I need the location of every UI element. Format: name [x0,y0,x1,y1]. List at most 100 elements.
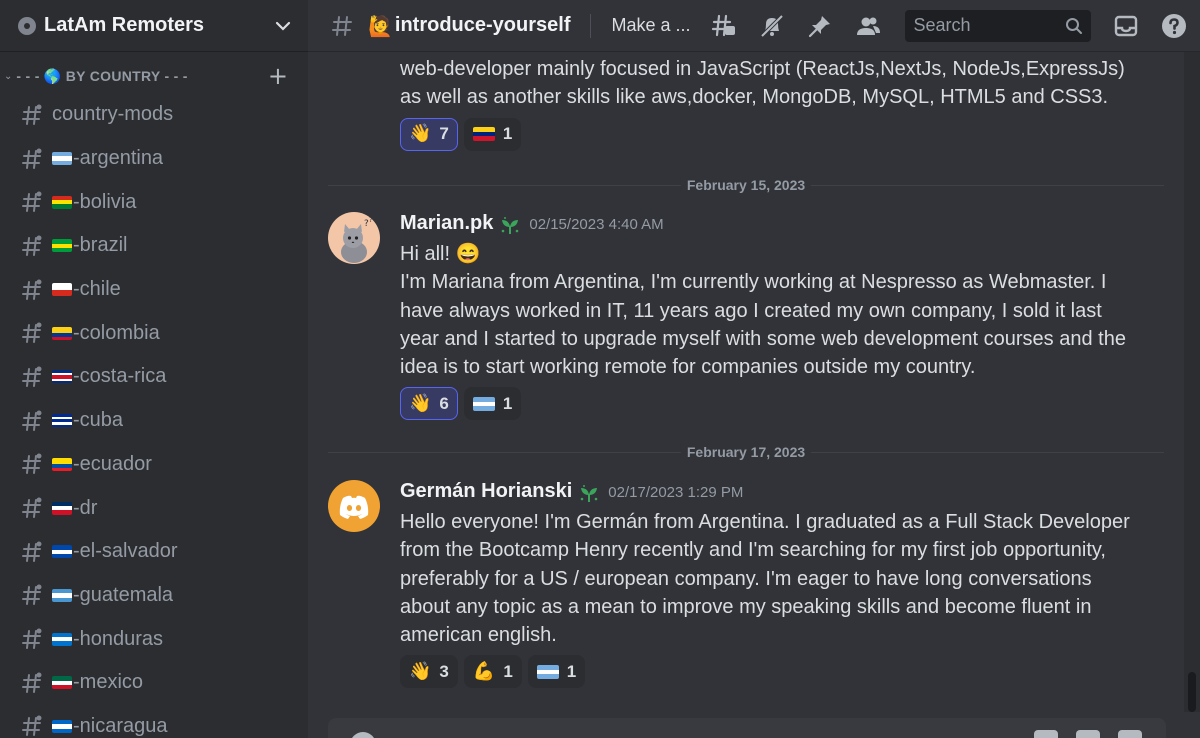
reaction-pill[interactable]: 👋 6 [400,387,458,421]
channel-topic[interactable]: Make a ... [611,15,690,36]
channel-locked-hash-icon [20,671,44,695]
help-icon[interactable] [1161,13,1187,39]
reaction-pill[interactable]: 👋 7 [400,117,458,151]
category-by-country[interactable]: ⌄ - - - 🌎 BY COUNTRY - - - + [0,62,308,90]
flag-icon [52,326,72,340]
message-timestamp[interactable]: 02/15/2023 4:40 AM [529,216,663,233]
inbox-icon[interactable] [1113,13,1139,39]
channel-name: -dr [73,496,98,519]
flag-icon [52,719,72,733]
message-timestamp[interactable]: 02/17/2023 1:29 PM [608,484,743,501]
channel-item[interactable]: -guatemala [0,574,308,618]
message-continuation: web-developer mainly focused in JavaScri… [400,56,1140,151]
message-body: Marian.pk 02/15/2023 4:40 AM Hi all! 😄 I… [400,212,1140,421]
channel-item[interactable]: -chile [0,268,308,312]
channel-item[interactable]: -cuba [0,399,308,443]
sticker-icon[interactable] [1118,730,1142,738]
channel-locked-hash-icon [20,496,44,520]
gift-icon[interactable] [1034,730,1058,738]
channel-item[interactable]: -mexico [0,661,308,705]
channel-item[interactable]: -argentina [0,137,308,181]
collapse-arrow-icon[interactable]: ⌄ [4,71,12,82]
flag-icon [52,283,72,297]
reaction-count: 1 [503,661,513,681]
message-composer[interactable] [328,718,1166,738]
reaction-emoji: 👋 [409,392,432,414]
reaction-count: 1 [566,661,577,681]
channel-locked-hash-icon [20,190,44,214]
channel-name: -argentina [73,147,164,170]
reaction-pill[interactable]: 💪 1 [463,655,522,689]
channel-sidebar: LatAm Remoters ⌄ - - - 🌎 BY COUNTRY - - … [0,0,308,738]
pin-icon[interactable] [807,13,833,39]
message-text: I'm Mariana from Argentina, I'm currentl… [400,271,1126,379]
channel-hash-icon [332,15,352,36]
search-icon [1066,17,1083,34]
gif-icon[interactable] [1076,730,1100,738]
flag-icon [52,676,72,690]
channel-item[interactable]: -el-salvador [0,530,308,574]
reaction-emoji: 👋 [409,660,432,682]
reaction-count: 1 [502,124,513,144]
search-input[interactable]: Search [905,9,1092,42]
reaction-bar: 👋 7 1 [400,117,1140,151]
reaction-pill[interactable]: 1 [527,655,586,689]
svg-text:?: ? [369,216,373,224]
reaction-emoji: 💪 [472,660,496,682]
message-greeting: Hi all! 😄 [400,243,481,265]
channel-locked-hash-icon [20,714,44,738]
avatar[interactable] [328,480,380,532]
channel-item[interactable]: -colombia [0,311,308,355]
channel-item[interactable]: -nicaragua [0,705,308,738]
flag-icon [52,457,72,471]
channel-name: -cuba [73,409,124,432]
reaction-pill[interactable]: 1 [463,387,522,421]
reaction-pill[interactable]: 👋 3 [400,655,458,689]
channel-item[interactable]: -bolivia [0,180,308,224]
add-channel-icon[interactable]: + [268,64,288,88]
channel-name: -ecuador [73,452,152,475]
channel-name: -bolivia [73,190,137,213]
date-divider-label: February 15, 2023 [680,177,812,193]
author-name[interactable]: Marian.pk [400,212,493,235]
reaction-count: 1 [502,393,513,413]
message-text: Hello everyone! I'm Germán from Argentin… [400,511,1130,647]
message-header: Germán Horianski 02/17/2023 1:29 PM [400,480,1140,508]
channel-name: -chile [73,278,121,301]
channel-item[interactable]: -ecuador [0,443,308,487]
flag-icon [52,545,72,559]
channel-locked-hash-icon [20,321,44,345]
channel-item[interactable]: country-mods [0,93,308,137]
avatar[interactable]: ? ? [328,212,380,264]
flag-icon [52,588,72,602]
chevron-down-icon[interactable] [274,17,292,35]
reaction-bar: 👋 3 💪 1 1 [400,655,1140,689]
threads-icon[interactable] [711,13,737,39]
channel-item[interactable]: -brazil [0,224,308,268]
reaction-bar: 👋 6 1 [400,387,1140,421]
channel-list: country-mods -argentina -bolivia -brazil -ch… [0,93,308,738]
channel-locked-hash-icon [20,452,44,476]
channel-locked-hash-icon [20,147,44,171]
author-name[interactable]: Germán Horianski [400,480,572,503]
server-header[interactable]: LatAm Remoters [0,0,308,52]
flag-icon [52,195,72,209]
channel-item[interactable]: -honduras [0,617,308,661]
channel-locked-hash-icon [20,409,44,433]
channel-item[interactable]: -dr [0,486,308,530]
reaction-pill[interactable]: 1 [463,117,522,151]
channel-locked-hash-icon [20,234,44,258]
flag-icon [52,501,72,515]
header-divider [590,13,592,38]
search-placeholder: Search [913,15,971,35]
scrollbar-thumb[interactable] [1188,672,1196,712]
reaction-count: 3 [439,661,449,681]
notification-muted-icon[interactable] [759,13,785,39]
flag-ar-icon [536,664,559,679]
scrollbar[interactable] [1184,52,1200,712]
members-icon[interactable] [855,13,881,39]
channel-item[interactable]: -costa-rica [0,355,308,399]
attach-plus-icon[interactable] [350,732,376,738]
message-list: web-developer mainly focused in JavaScri… [308,52,1184,712]
channel-header: 🙋 introduce-yourself Make a ... Search [308,0,1200,52]
